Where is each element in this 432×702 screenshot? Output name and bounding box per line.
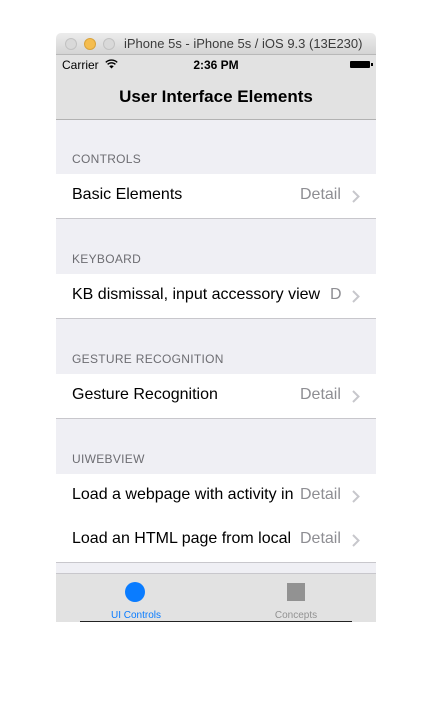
row-load-webpage[interactable]: Load a webpage with activity in Detail [56,474,376,519]
row-title: Load an HTML page from local [72,530,292,547]
row-title: Basic Elements [72,186,183,203]
chevron-right-icon [352,490,360,503]
row-basic-elements[interactable]: Basic Elements Detail [56,174,376,219]
device-screen: Carrier 2:36 PM User Interface Elements … [56,55,376,622]
nav-title: User Interface Elements [119,87,313,106]
row-detail: Detail [300,530,341,547]
row-gesture-recognition[interactable]: Gesture Recognition Detail [56,374,376,419]
row-kb-dismissal[interactable]: KB dismissal, input accessory view D [56,274,376,319]
row-title: KB dismissal, input accessory view [72,286,321,303]
window-titlebar: iPhone 5s - iPhone 5s / iOS 9.3 (13E230) [56,33,376,55]
row-title: Gesture Recognition [72,386,218,403]
simulator-window: iPhone 5s - iPhone 5s / iOS 9.3 (13E230)… [56,33,376,622]
chevron-right-icon [352,534,360,547]
tab-bar: UI Controls Concepts [56,573,376,622]
battery-icon [350,61,373,68]
tab-ui-controls[interactable]: UI Controls [56,574,216,622]
row-detail: Detail [300,386,341,403]
tab-concepts[interactable]: Concepts [216,574,376,622]
tab-label: Concepts [274,610,318,621]
window-title: iPhone 5s - iPhone 5s / iOS 9.3 (13E230) [124,36,363,51]
chevron-right-icon [352,190,360,203]
row-detail: Detail [300,186,341,203]
close-window-button[interactable] [65,38,77,50]
bottom-divider [80,621,352,622]
row-detail: D [330,286,342,303]
circle-icon [125,582,145,602]
zoom-window-button[interactable] [103,38,115,50]
chevron-right-icon [352,390,360,403]
tab-label: UI Controls [110,610,161,621]
row-load-html-local[interactable]: Load an HTML page from local Detail [56,518,376,563]
section-header-gesture: GESTURE RECOGNITION [72,352,224,366]
section-header-uiwebview: UIWEBVIEW [72,452,145,466]
row-title: Load a webpage with activity in [72,486,294,503]
chevron-right-icon [352,290,360,303]
square-icon [287,583,305,601]
section-header-controls: CONTROLS [72,152,142,166]
navigation-bar: User Interface Elements [56,75,376,120]
minimize-window-button[interactable] [84,38,96,50]
status-time: 2:36 PM [193,58,239,72]
status-bar: Carrier 2:36 PM [56,55,376,75]
section-header-keyboard: KEYBOARD [72,252,142,266]
row-detail: Detail [300,486,341,503]
